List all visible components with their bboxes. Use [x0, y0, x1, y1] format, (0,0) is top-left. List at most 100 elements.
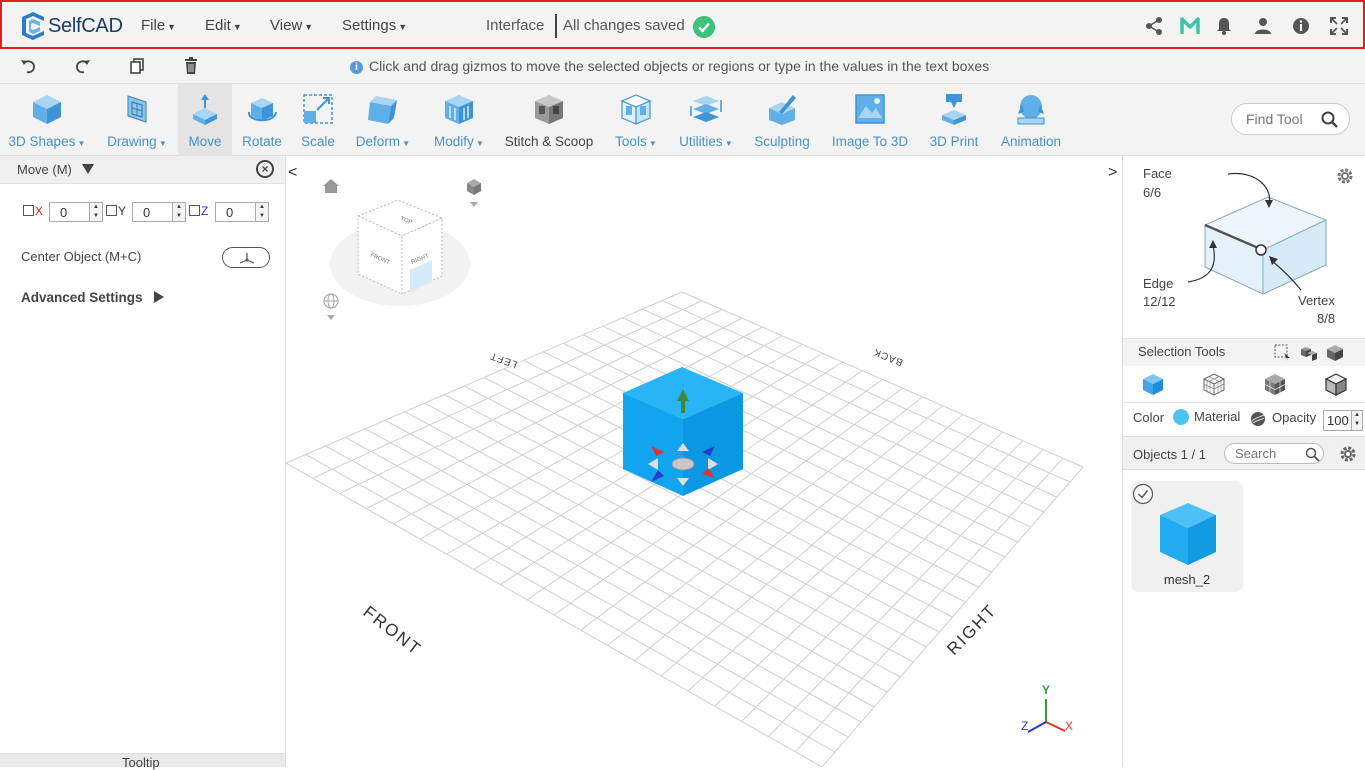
panel-title: Move (M)	[17, 162, 72, 177]
tool-modify[interactable]: Modify ▼	[428, 84, 490, 156]
color-swatch[interactable]	[1173, 409, 1189, 425]
tool-sculpting[interactable]: Sculpting	[750, 84, 814, 156]
tool-3d-shapes[interactable]: 3D Shapes ▼	[4, 84, 90, 156]
material-label[interactable]: Material	[1194, 409, 1240, 424]
opacity-label: Opacity	[1272, 410, 1317, 425]
view-cube[interactable]: TOP FRONT RIGHT	[330, 199, 470, 306]
select-object-icon[interactable]	[1326, 344, 1344, 362]
edge-mode-icon[interactable]	[1324, 372, 1348, 396]
y-input[interactable]: 0 ▲ ▼	[132, 202, 186, 222]
grid-line	[768, 449, 1044, 737]
face-mode-icon[interactable]	[1263, 372, 1287, 396]
rotate-icon	[248, 98, 277, 122]
checkmark-circle-icon[interactable]	[1132, 483, 1154, 505]
face-count: 6/6	[1143, 185, 1162, 200]
object-mode-icon[interactable]	[1141, 372, 1165, 396]
selection-modes	[1123, 366, 1365, 402]
tool-drawing[interactable]: Drawing ▼	[100, 84, 174, 156]
stitch-scoop-icon	[535, 95, 563, 124]
tool-animation[interactable]: Animation	[994, 84, 1068, 156]
z-input[interactable]: 0 ▲ ▼	[215, 202, 269, 222]
center-object-button[interactable]	[222, 247, 270, 268]
3d-viewport[interactable]: TOP FRONT RIGHT LEFT BACK FRONT RIGHT Y …	[286, 156, 1122, 767]
menu-view[interactable]: View ▼	[270, 17, 313, 34]
objects-search-input[interactable]	[1235, 446, 1301, 461]
tool-deform[interactable]: Deform ▼	[350, 84, 416, 156]
tool-move[interactable]: Move	[178, 84, 232, 156]
grid-label-left: LEFT	[488, 350, 518, 370]
main-toolbar: 3D Shapes ▼ Drawing ▼ Move Rotate Scale	[0, 84, 1365, 156]
advanced-settings-toggle[interactable]: Advanced Settings	[21, 290, 143, 305]
select-cubes-icon[interactable]	[1300, 344, 1318, 362]
tool-tools[interactable]: Tools ▼	[608, 84, 664, 156]
y-checkbox[interactable]: Y	[106, 204, 126, 218]
tool-scale[interactable]: Scale	[294, 84, 342, 156]
tool-rotate[interactable]: Rotate	[236, 84, 288, 156]
wireframe-mode-icon[interactable]	[1202, 372, 1226, 396]
info-icon[interactable]	[1291, 16, 1311, 36]
hint-text: i Click and drag gizmos to move the selec…	[350, 58, 989, 74]
globe-icon[interactable]	[323, 293, 339, 320]
object-name: mesh_2	[1163, 572, 1211, 587]
redo-icon[interactable]	[74, 57, 92, 75]
ground-grid	[286, 291, 1084, 767]
search-icon[interactable]	[1305, 447, 1320, 462]
camera-view-icon[interactable]	[467, 179, 481, 207]
grid-label-right: RIGHT	[943, 600, 1000, 658]
save-status: All changes saved	[563, 17, 685, 34]
objects-search[interactable]	[1224, 443, 1324, 464]
delete-icon[interactable]	[182, 56, 200, 76]
selfcad-logo-icon[interactable]	[18, 11, 48, 41]
share-icon[interactable]	[1144, 16, 1164, 36]
copy-icon[interactable]	[128, 57, 146, 75]
vertex-count: 8/8	[1317, 311, 1336, 326]
top-bar: SelfCAD File ▼ Edit ▼ View ▼ Settings ▼ Inte…	[0, 0, 1365, 49]
search-icon[interactable]	[1320, 110, 1339, 129]
selection-tools-bar: Selection Tools	[1123, 338, 1365, 366]
objects-count: Objects 1 / 1	[1133, 447, 1206, 462]
axis-z-label: Z	[1021, 719, 1028, 733]
box-select-icon[interactable]	[1274, 344, 1292, 362]
collapse-left-panel-icon[interactable]: <	[288, 164, 297, 182]
mesh-cube[interactable]	[623, 367, 743, 496]
tool-3d-print[interactable]: 3D Print	[922, 84, 986, 156]
object-card[interactable]: mesh_2	[1131, 481, 1243, 592]
tooltip-bar[interactable]: Tooltip	[0, 753, 285, 770]
scene-canvas[interactable]: TOP FRONT RIGHT LEFT BACK FRONT RIGHT Y …	[286, 156, 1122, 767]
collapse-triangle-icon[interactable]	[82, 164, 94, 174]
tool-stitch-scoop[interactable]: Stitch & Scoop	[500, 84, 598, 156]
opacity-input[interactable]: 100 ▲ ▼	[1323, 410, 1363, 431]
grid-line	[821, 466, 1084, 767]
x-checkbox[interactable]: X	[23, 204, 43, 218]
menu-edit[interactable]: Edit ▼	[205, 17, 242, 34]
modify-icon	[445, 95, 473, 124]
sculpting-icon	[769, 95, 796, 125]
axis-x-label: X	[1065, 719, 1073, 733]
collapse-right-panel-icon[interactable]: >	[1108, 164, 1117, 182]
axis-indicator: Y X Z	[1021, 683, 1073, 733]
menu-file[interactable]: File ▼	[141, 17, 176, 34]
expand-triangle-icon[interactable]	[154, 291, 164, 303]
home-icon[interactable]	[323, 179, 339, 193]
find-tool-search[interactable]	[1231, 103, 1350, 135]
tool-image-to-3d[interactable]: Image To 3D	[826, 84, 914, 156]
interface-label[interactable]: Interface	[486, 17, 544, 34]
objects-settings-gear-icon[interactable]	[1338, 444, 1358, 464]
tool-utilities[interactable]: Utilities ▼	[672, 84, 740, 156]
material-sphere-icon[interactable]	[1250, 411, 1266, 427]
find-tool-input[interactable]	[1246, 111, 1322, 127]
x-input[interactable]: 0 ▲ ▼	[49, 202, 103, 222]
user-icon[interactable]	[1253, 16, 1273, 36]
undo-icon[interactable]	[19, 57, 37, 75]
grid-label-back: BACK	[872, 346, 905, 368]
grid-label-front: FRONT	[360, 602, 426, 659]
myminifactory-icon[interactable]	[1180, 16, 1200, 36]
close-icon[interactable]: ×	[256, 160, 274, 178]
menu-settings[interactable]: Settings ▼	[342, 17, 407, 34]
bell-icon[interactable]	[1214, 16, 1234, 36]
z-checkbox[interactable]: Z	[189, 204, 208, 218]
fullscreen-icon[interactable]	[1329, 16, 1349, 36]
tools-icon	[620, 94, 652, 125]
object-thumbnail	[1160, 503, 1216, 565]
selection-tools-label: Selection Tools	[1138, 344, 1226, 359]
